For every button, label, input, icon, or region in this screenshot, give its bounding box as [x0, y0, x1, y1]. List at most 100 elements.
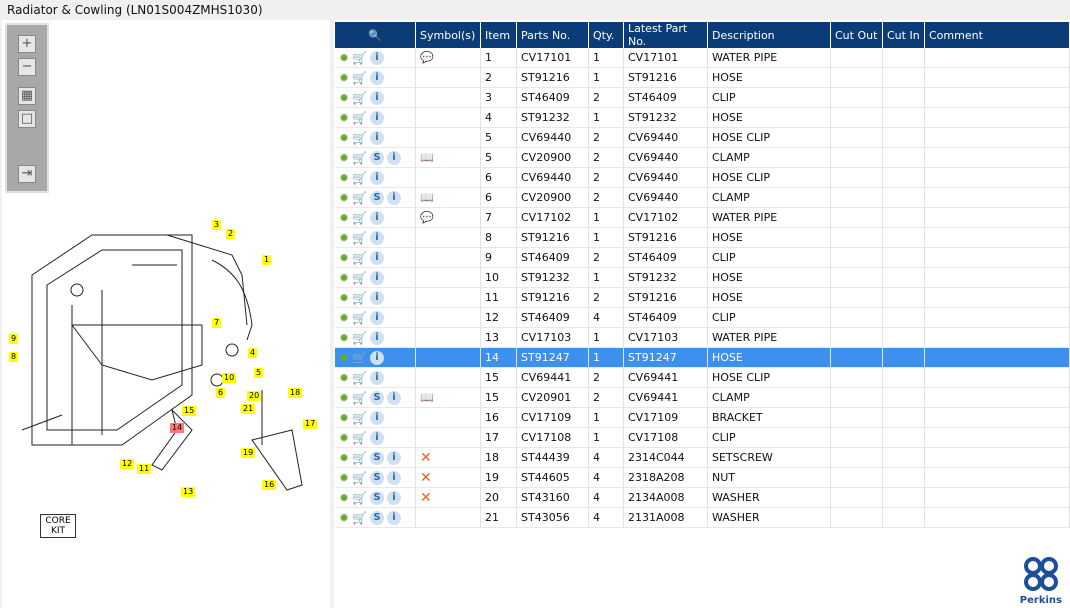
- core-kit-label[interactable]: CORE KIT: [40, 514, 76, 538]
- gear-icon[interactable]: ✹: [339, 371, 349, 385]
- callout-6[interactable]: 6: [216, 388, 226, 398]
- table-row[interactable]: ✹ 🛒 i 14 ST91247 1 ST91247 HOSE: [335, 347, 1070, 368]
- callout-18[interactable]: 18: [288, 388, 303, 398]
- s-icon[interactable]: S: [370, 490, 385, 505]
- table-row[interactable]: ✹ 🛒 i 12 ST46409 4 ST46409 CLIP: [335, 307, 1070, 328]
- table-row[interactable]: ✹ 🛒 Si 📖 5 CV20900 2 CV69440 CLAMP: [335, 147, 1070, 168]
- info-icon[interactable]: i: [370, 270, 385, 285]
- info-icon[interactable]: i: [370, 310, 385, 325]
- zoom-out-icon[interactable]: −: [18, 58, 36, 76]
- table-row[interactable]: ✹ 🛒 Si ✕ 19 ST44605 4 2318A208 NUT: [335, 467, 1070, 488]
- gear-icon[interactable]: ✹: [339, 91, 349, 105]
- export-icon[interactable]: ⇥: [18, 165, 36, 183]
- s-icon[interactable]: S: [370, 150, 385, 165]
- table-row[interactable]: ✹ 🛒 Si 📖 15 CV20901 2 CV69441 CLAMP: [335, 387, 1070, 408]
- column-header-description[interactable]: Description: [707, 22, 831, 48]
- table-row[interactable]: ✹ 🛒 Si ✕ 18 ST44439 4 2314C044 SETSCREW: [335, 447, 1070, 468]
- diagram-panel[interactable]: + − ▦ □ ⇥ 1 2 3 4 5 6 7 8 9 10 11 12 13 14 15 16 17 18 19 2…: [2, 20, 330, 608]
- gear-icon[interactable]: ✹: [339, 71, 349, 85]
- cart-icon[interactable]: 🛒: [352, 271, 367, 285]
- callout-9[interactable]: 9: [9, 334, 19, 344]
- gear-icon[interactable]: ✹: [339, 251, 349, 265]
- callout-17[interactable]: 17: [303, 419, 318, 429]
- cart-icon[interactable]: 🛒: [352, 391, 367, 405]
- actual-size-icon[interactable]: □: [18, 110, 36, 128]
- cart-icon[interactable]: 🛒: [352, 111, 367, 125]
- cart-icon[interactable]: 🛒: [352, 431, 367, 445]
- book-icon[interactable]: 📖: [420, 391, 434, 404]
- info-icon[interactable]: i: [387, 150, 402, 165]
- zoom-in-icon[interactable]: +: [18, 35, 36, 53]
- cart-icon[interactable]: 🛒: [352, 151, 367, 165]
- table-row[interactable]: ✹ 🛒 Si 📖 6 CV20900 2 CV69440 CLAMP: [335, 187, 1070, 208]
- gear-icon[interactable]: ✹: [339, 471, 349, 485]
- info-icon[interactable]: i: [387, 470, 402, 485]
- gear-icon[interactable]: ✹: [339, 451, 349, 465]
- column-header-latest-part-no[interactable]: Latest Part No.: [623, 22, 708, 48]
- info-icon[interactable]: i: [370, 170, 385, 185]
- column-header-symbols[interactable]: Symbol(s): [415, 22, 481, 48]
- info-icon[interactable]: i: [370, 50, 385, 65]
- callout-16[interactable]: 16: [262, 480, 277, 490]
- s-icon[interactable]: S: [370, 470, 385, 485]
- note-icon[interactable]: 💬: [420, 211, 434, 224]
- callout-7[interactable]: 7: [212, 318, 222, 328]
- table-row[interactable]: ✹ 🛒 i 💬 7 CV17102 1 CV17102 WATER PIPE: [335, 207, 1070, 228]
- s-icon[interactable]: S: [370, 190, 385, 205]
- cart-icon[interactable]: 🛒: [352, 291, 367, 305]
- cart-icon[interactable]: 🛒: [352, 371, 367, 385]
- callout-8[interactable]: 8: [9, 352, 19, 362]
- gear-icon[interactable]: ✹: [339, 491, 349, 505]
- cart-icon[interactable]: 🛒: [352, 91, 367, 105]
- gear-icon[interactable]: ✹: [339, 291, 349, 305]
- info-icon[interactable]: i: [370, 330, 385, 345]
- callout-19[interactable]: 19: [241, 448, 256, 458]
- cart-icon[interactable]: 🛒: [352, 411, 367, 425]
- column-header-qty[interactable]: Qty.: [588, 22, 624, 48]
- cart-icon[interactable]: 🛒: [352, 351, 367, 365]
- info-icon[interactable]: i: [370, 110, 385, 125]
- callout-14[interactable]: 14: [170, 423, 185, 433]
- fit-view-icon[interactable]: ▦: [18, 87, 36, 105]
- table-row[interactable]: ✹ 🛒 i 17 CV17108 1 CV17108 CLIP: [335, 427, 1070, 448]
- gear-icon[interactable]: ✹: [339, 211, 349, 225]
- info-icon[interactable]: i: [387, 390, 402, 405]
- gear-icon[interactable]: ✹: [339, 131, 349, 145]
- table-row[interactable]: ✹ 🛒 i 15 CV69441 2 CV69441 HOSE CLIP: [335, 367, 1070, 388]
- table-row[interactable]: ✹ 🛒 i 💬 1 CV17101 1 CV17101 WATER PIPE: [335, 48, 1070, 68]
- gear-icon[interactable]: ✹: [339, 351, 349, 365]
- cart-icon[interactable]: 🛒: [352, 191, 367, 205]
- table-row[interactable]: ✹ 🛒 i 8 ST91216 1 ST91216 HOSE: [335, 227, 1070, 248]
- callout-11[interactable]: 11: [137, 464, 152, 474]
- callout-21[interactable]: 21: [241, 404, 256, 414]
- callout-10[interactable]: 10: [222, 373, 237, 383]
- book-icon[interactable]: 📖: [420, 191, 434, 204]
- column-header-cut-in[interactable]: Cut In: [882, 22, 925, 48]
- info-icon[interactable]: i: [370, 90, 385, 105]
- cart-icon[interactable]: 🛒: [352, 491, 367, 505]
- book-icon[interactable]: 📖: [420, 151, 434, 164]
- column-header-parts-no[interactable]: Parts No.: [516, 22, 589, 48]
- gear-icon[interactable]: ✹: [339, 191, 349, 205]
- cart-icon[interactable]: 🛒: [352, 131, 367, 145]
- s-icon[interactable]: S: [370, 390, 385, 405]
- gear-icon[interactable]: ✹: [339, 311, 349, 325]
- info-icon[interactable]: i: [370, 290, 385, 305]
- note-icon[interactable]: 💬: [420, 51, 434, 64]
- callout-3[interactable]: 3: [212, 220, 222, 230]
- callout-4[interactable]: 4: [248, 348, 258, 358]
- gear-icon[interactable]: ✹: [339, 331, 349, 345]
- gear-icon[interactable]: ✹: [339, 431, 349, 445]
- callout-5[interactable]: 5: [254, 368, 264, 378]
- column-header-comment[interactable]: Comment: [924, 22, 1070, 48]
- callout-1[interactable]: 1: [262, 255, 272, 265]
- column-header-cut-out[interactable]: Cut Out: [830, 22, 883, 48]
- table-row[interactable]: ✹ 🛒 i 13 CV17103 1 CV17103 WATER PIPE: [335, 327, 1070, 348]
- table-row[interactable]: ✹ 🛒 i 10 ST91232 1 ST91232 HOSE: [335, 267, 1070, 288]
- cart-icon[interactable]: 🛒: [352, 331, 367, 345]
- info-icon[interactable]: i: [370, 230, 385, 245]
- gear-icon[interactable]: ✹: [339, 151, 349, 165]
- table-row[interactable]: ✹ 🛒 i 11 ST91216 2 ST91216 HOSE: [335, 287, 1070, 308]
- table-row[interactable]: ✹ 🛒 Si ✕ 20 ST43160 4 2134A008 WASHER: [335, 487, 1070, 508]
- table-row[interactable]: ✹ 🛒 i 9 ST46409 2 ST46409 CLIP: [335, 247, 1070, 268]
